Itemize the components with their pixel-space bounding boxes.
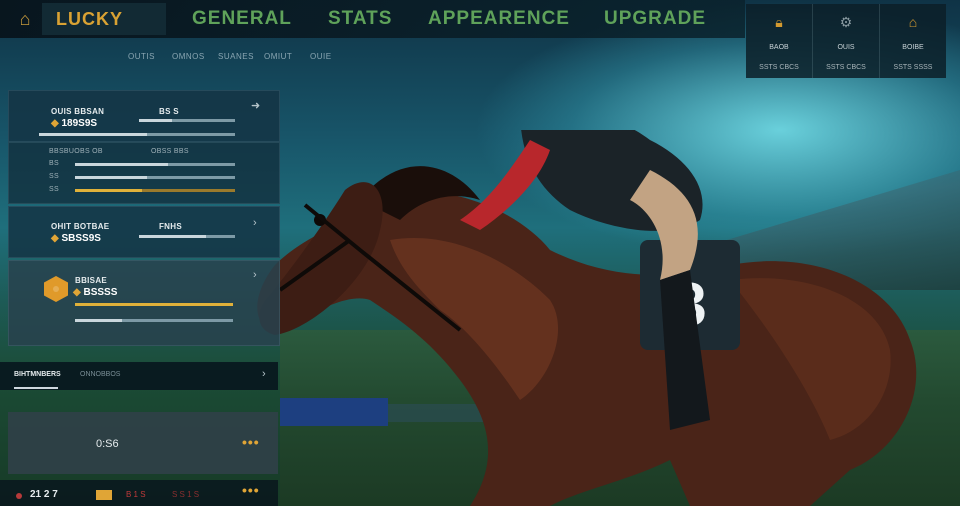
bottom-value: 21 2 7 <box>30 489 58 500</box>
subtab-1[interactable]: OUTIS <box>128 52 155 61</box>
stat-bar <box>139 119 235 122</box>
stats-panel-2: BBSBUOBS OB OBSS BBS BS SS SS <box>8 142 280 204</box>
tile-label: OUIS <box>837 44 855 51</box>
coin-icon: ◆ <box>73 287 84 298</box>
panel-value: BSSSS <box>83 287 118 298</box>
gold-chip-icon <box>96 490 112 500</box>
tile-trophy[interactable]: ⌂ BOIBE SSTS SSSS <box>880 4 946 78</box>
stats-panel-3[interactable]: OHIT BOTBAE FNHS ◆ SBSS9S › <box>8 206 280 258</box>
tab-stats[interactable]: STATS <box>328 8 392 30</box>
lock-icon: 🔒︎ <box>775 14 783 30</box>
subtab-3[interactable]: SUANES <box>218 52 254 61</box>
chevron-right-icon[interactable]: › <box>262 368 266 380</box>
stat-bar <box>139 235 235 238</box>
bottom-code: B 1 S <box>126 490 146 499</box>
record-dot-icon <box>16 493 22 499</box>
upgrade-bar <box>75 303 233 306</box>
stats-panel-1[interactable]: OUIS BBSAN BS S ◆ 189S9S ➜ <box>8 90 280 142</box>
tile-value: SSTS SSSS <box>893 64 933 71</box>
subtab-5[interactable]: OUIE <box>310 52 332 61</box>
panel-stat-label: FNHS <box>159 222 182 231</box>
column-label: OBSS BBS <box>151 148 189 155</box>
stat-bar-gold <box>75 189 235 192</box>
hexagon-badge-icon <box>44 276 68 302</box>
stat-bar <box>75 163 235 166</box>
home-icon[interactable]: ⌂ <box>14 8 36 30</box>
trophy-icon: ⌂ <box>908 14 918 30</box>
stat-bar <box>39 133 235 136</box>
tile-label: BOIBE <box>902 44 924 51</box>
tab-appearence[interactable]: APPEARENCE <box>428 8 570 30</box>
panel-title: OUIS BBSAN <box>51 107 105 116</box>
more-options-icon[interactable]: ••• <box>242 482 260 498</box>
panel-title: OHIT BOTBAE <box>51 222 110 231</box>
gear-icon: ⚙ <box>839 14 853 30</box>
stat-bar-fill <box>139 235 207 238</box>
panel-value: SBSS9S <box>61 233 101 244</box>
row-label: BS <box>49 160 59 167</box>
coin-icon: ◆ <box>51 233 62 244</box>
panel-value: 189S9S <box>61 118 98 129</box>
upgrade-bar-fill <box>75 303 233 306</box>
subtab-4[interactable]: OMIUT <box>264 52 292 61</box>
stat-bar-fill <box>139 119 172 122</box>
list-tabs: BIHTMNBERS ONNOBBOS › <box>0 362 278 390</box>
more-options-icon[interactable]: ••• <box>242 434 260 450</box>
game-logo: LUCKY <box>42 3 166 35</box>
tile-gear[interactable]: ⚙ OUIS SSTS CBCS <box>813 4 880 78</box>
stat-bar-fill <box>39 133 147 136</box>
tile-lock[interactable]: 🔒︎ BAOB SSTS CBCS <box>746 4 813 78</box>
horse-and-jockey-illustration: 3 <box>257 130 917 506</box>
coin-icon: ◆ <box>51 118 62 129</box>
resource-tiles: 🔒︎ BAOB SSTS CBCS ⚙ OUIS SSTS CBCS ⌂ BOI… <box>746 4 946 78</box>
upgrade-bar <box>75 319 233 322</box>
stat-bar-fill <box>75 189 143 192</box>
panel-title: BBISAE <box>75 276 108 285</box>
timer-card[interactable]: 0:S6 ••• <box>8 412 278 474</box>
tile-value: SSTS CBCS <box>826 64 866 71</box>
upgrade-bar-fill <box>75 319 123 322</box>
panel-stat-label: BS S <box>159 107 179 116</box>
bottom-code-2: S S 1 S <box>172 490 200 499</box>
chevron-right-icon[interactable]: › <box>253 269 257 281</box>
active-tab-underline <box>14 387 58 389</box>
bottom-row: 21 2 7 B 1 S S S 1 S ••• <box>0 480 278 506</box>
chevron-right-icon[interactable]: › <box>253 217 257 229</box>
stat-bar-fill <box>75 176 147 179</box>
row-label: SS <box>49 186 59 193</box>
tab-upgrade[interactable]: UPGRADE <box>604 8 706 30</box>
upgrade-panel[interactable]: BBISAE ◆ BSSSS › <box>8 260 280 346</box>
tile-value: SSTS CBCS <box>759 64 799 71</box>
stat-bar <box>75 176 235 179</box>
stat-bar-fill <box>75 163 168 166</box>
tab-active[interactable]: BIHTMNBERS <box>14 371 61 378</box>
chevron-right-icon[interactable]: ➜ <box>251 99 260 112</box>
top-nav-bar: ⌂ LUCKY GENERAL STATS APPEARENCE UPGRADE <box>0 0 745 38</box>
tile-label: BAOB <box>769 44 789 51</box>
column-label: BBSBUOBS OB <box>49 148 103 155</box>
subtab-2[interactable]: OMNOS <box>172 52 205 61</box>
tab-general[interactable]: GENERAL <box>192 8 292 30</box>
timer-value: 0:S6 <box>96 438 119 450</box>
tab-inactive[interactable]: ONNOBBOS <box>80 371 120 378</box>
row-label: SS <box>49 173 59 180</box>
